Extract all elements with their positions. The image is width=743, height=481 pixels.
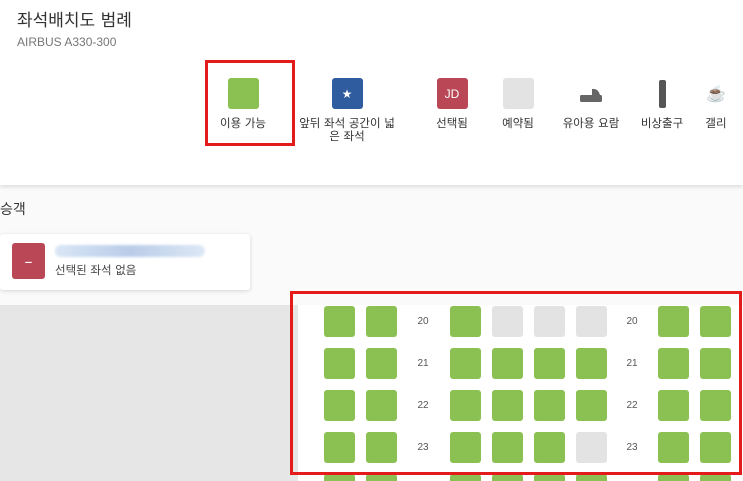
legend-label-extra-legroom: 앞뒤 좌석 공간이 넓은 좌석 (299, 116, 395, 143)
seat-partial (324, 474, 355, 481)
annotation-box-seatmap (290, 291, 742, 475)
star-icon: ★ (331, 78, 363, 109)
bassinet-icon (576, 78, 607, 109)
seat-legend-panel: 좌석배치도 범례 AIRBUS A330-300 이용 가능 ★ 앞뒤 좌석 공… (0, 0, 743, 185)
passenger-name-redacted (55, 245, 205, 257)
seat-partial (366, 474, 397, 481)
annotation-box-legend (205, 60, 295, 146)
seat-partial (576, 474, 607, 481)
reserved-swatch (502, 78, 534, 109)
legend-item-galley: ☕ 갤리 (666, 78, 743, 130)
seat-partial (658, 474, 689, 481)
selected-swatch: JD (436, 78, 468, 109)
seat-map-side-area (0, 305, 298, 481)
passenger-seat-badge: – (12, 243, 45, 279)
seat-partial (492, 474, 523, 481)
aircraft-type: AIRBUS A330-300 (17, 35, 117, 49)
passenger-heading: 승객 (0, 202, 26, 218)
seat-partial (450, 474, 481, 481)
seat-partial (700, 474, 731, 481)
legend-label-galley: 갤리 (705, 116, 727, 130)
legend-item-extra-legroom: ★ 앞뒤 좌석 공간이 넓은 좌석 (297, 78, 397, 143)
passenger-section: 승객 – 선택된 좌석 없음 (0, 185, 743, 305)
passenger-seat-status: 선택된 좌석 없음 (55, 263, 137, 277)
coffee-icon: ☕ (706, 85, 726, 103)
passenger-card[interactable]: – 선택된 좌석 없음 (0, 234, 250, 290)
seat-partial (534, 474, 565, 481)
legend-title: 좌석배치도 범례 (17, 11, 132, 31)
